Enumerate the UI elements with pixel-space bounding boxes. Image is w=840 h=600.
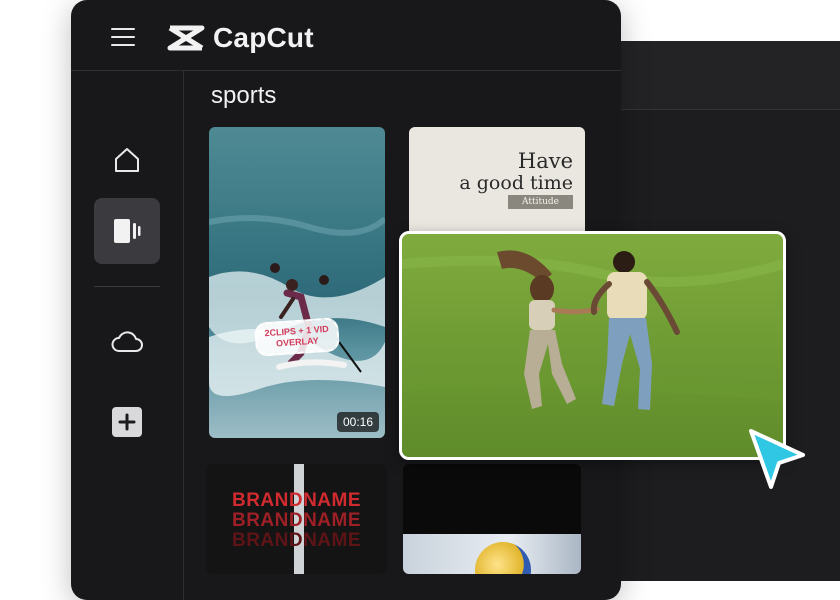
card-title-line-2: a good time [459,172,573,194]
duration-badge: 00:16 [336,412,379,432]
cursor-icon [749,429,805,489]
cloud-icon [111,331,143,352]
template-card-surfing[interactable]: 2CLIPS + 1 VID OVERLAY 00:16 [209,127,385,438]
surfing-thumbnail [209,215,385,397]
template-icon [114,219,141,243]
sidebar-item-home[interactable] [94,127,160,193]
section-title: sports [211,82,277,109]
template-card-brandname[interactable]: BRANDNAME BRANDNAME BRANDNAME [206,464,387,574]
preview-photo[interactable] [399,231,786,460]
template-card-good-time[interactable]: Have a good time Attitude [409,127,585,237]
capcut-logo: CapCut [167,22,314,53]
app-name: CapCut [213,22,314,53]
menu-icon[interactable] [111,28,135,46]
sidebar-item-add[interactable] [94,389,160,455]
sidebar-divider [94,286,160,287]
sidebar-item-templates[interactable] [94,198,160,264]
overlay-tag: 2CLIPS + 1 VID OVERLAY [253,317,341,357]
capcut-logo-icon [167,25,205,51]
template-card-ball[interactable] [403,464,581,574]
sidebar-item-cloud[interactable] [94,309,160,375]
sidebar [71,71,184,600]
brand-text-2: BRANDNAME [231,510,362,531]
card-title-line-1: Have [517,149,573,173]
running-couple-photo [402,234,783,457]
add-icon [112,407,142,437]
brand-text-1: BRANDNAME [231,490,362,511]
top-bar: CapCut [71,0,621,71]
home-icon [115,148,139,172]
brand-text-3: BRANDNAME [231,530,362,551]
card-badge: Attitude [508,195,573,209]
